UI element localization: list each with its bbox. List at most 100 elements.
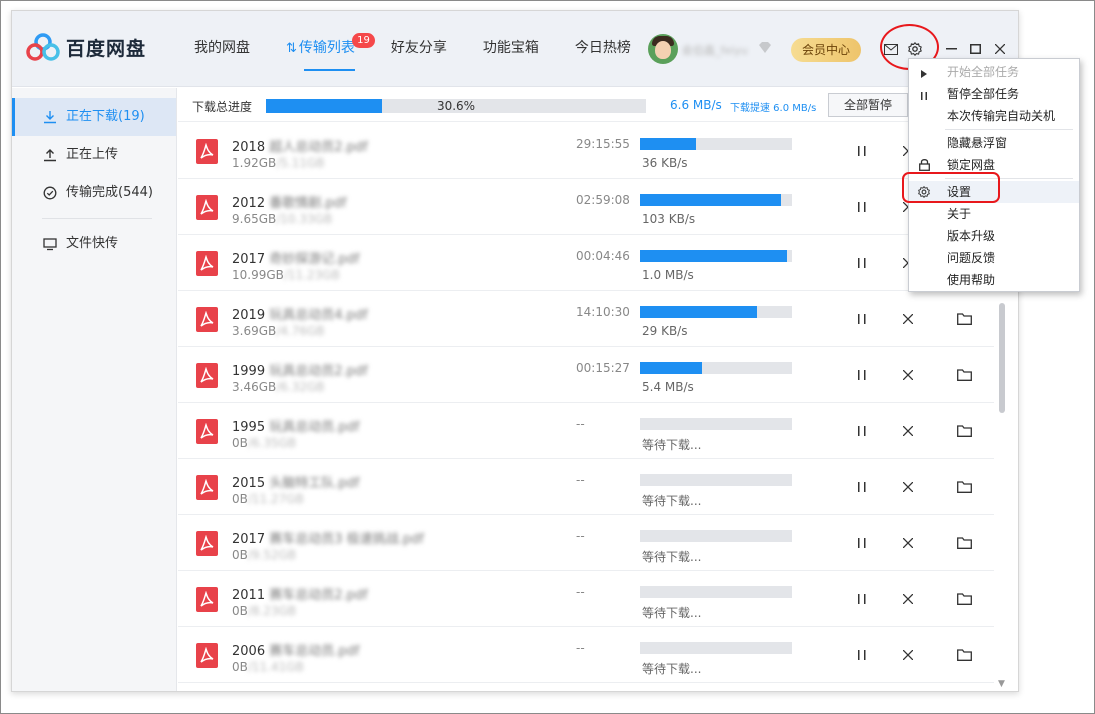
sidebar-item-completed-label: 传输完成(544) [66,185,153,200]
pdf-file-icon [196,139,218,164]
pdf-file-icon [196,475,218,500]
pause-icon[interactable] [854,535,870,551]
speed-boost-link[interactable]: 下载提速 6.0 MB/s [730,99,816,114]
minimize-icon[interactable] [942,40,960,58]
total-progress-bar: 30.6% [266,99,646,113]
open-folder-icon[interactable] [956,311,972,327]
size-total: /5.11GB [276,156,325,170]
nav-today-hot[interactable]: 今日热榜 [575,11,631,87]
cancel-icon[interactable] [900,423,916,439]
pause-icon[interactable] [854,647,870,663]
file-name: 1999 玩具总动员2.pdf [232,360,368,379]
pause-all-button[interactable]: 全部暂停 [828,93,908,117]
table-row[interactable]: 2018 超人总动员2.pdf 1.92GB/5.11GB 29:15:55 36 K… [178,123,994,179]
sidebar-item-uploading[interactable]: 正在上传 [12,136,176,174]
size-total: /11.27GB [247,492,304,506]
cancel-icon[interactable] [900,535,916,551]
nav-today-hot-label: 今日热榜 [574,40,631,56]
file-title: 奇妙探游记.pdf [269,252,360,267]
close-window-icon[interactable] [991,40,1009,58]
menu-divider [945,129,1073,130]
file-size: 0B/6.35GB [232,436,296,450]
file-speed: 103 KB/s [642,212,696,226]
file-name: 2006 赛车总动员.pdf [232,640,359,659]
table-row[interactable]: 2006 赛车总动员.pdf 0B/11.41GB -- 等待下载... [178,627,994,683]
scrollbar-thumb[interactable] [999,303,1005,413]
menu-item[interactable]: 本次传输完自动关机 [909,105,1079,127]
pause-icon[interactable] [854,423,870,439]
file-speed: 等待下载... [642,550,702,564]
nav-feature-box[interactable]: 功能宝箱 [483,11,539,87]
file-progress-bar [640,418,792,430]
menu-item[interactable]: 关于 [909,203,1079,225]
file-year: 2019 [232,308,270,323]
menu-item-label: 本次传输完自动关机 [947,109,1056,123]
menu-item[interactable]: 使用帮助 [909,269,1079,291]
open-folder-icon[interactable] [956,591,972,607]
table-row[interactable]: 2017 赛车总动员3 极速挑战.pdf 0B/9.52GB -- 等待下载... [178,515,994,571]
menu-item[interactable]: 版本升级 [909,225,1079,247]
maximize-icon[interactable] [966,40,984,58]
table-row[interactable]: 1995 玩具总动员.pdf 0B/6.35GB -- 等待下载... [178,403,994,459]
file-year: 2011 [232,588,270,603]
table-row[interactable]: 2017 奇妙探游记.pdf 10.99GB/11.23GB 00:04:46 1.0… [178,235,994,291]
open-folder-icon[interactable] [956,423,972,439]
sidebar-item-quick-transfer[interactable]: 文件快传 [12,225,176,263]
remaining-time: 29:15:55 [576,137,630,151]
remaining-time: -- [576,473,585,487]
file-speed: 等待下载... [642,494,702,508]
cancel-icon[interactable] [900,591,916,607]
open-folder-icon[interactable] [956,535,972,551]
pause-icon[interactable] [854,143,870,159]
menu-item[interactable]: 问题反馈 [909,247,1079,269]
nav-friend-share[interactable]: 好友分享 [391,11,447,87]
cancel-icon[interactable] [900,647,916,663]
nav-transfer-list[interactable]: ⇅ 传输列表 19 [286,11,375,87]
table-row[interactable]: 2015 头脑特工队.pdf 0B/11.27GB -- 等待下载... [178,459,994,515]
menu-item[interactable]: 开始全部任务 [909,61,1079,83]
table-row[interactable]: 2012 番歌情剧.pdf 9.65GB/10.33GB 02:59:08 103 K… [178,179,994,235]
pause-icon[interactable] [854,255,870,271]
menu-item-label: 隐藏悬浮窗 [947,136,1008,150]
monitor-icon [43,238,57,251]
pause-icon[interactable] [854,479,870,495]
sidebar-item-completed[interactable]: 传输完成(544) [12,174,176,212]
open-folder-icon[interactable] [956,647,972,663]
username[interactable]: 兪伯鑫_feiyu [682,42,748,58]
file-year: 2017 [232,252,270,267]
menu-item-label: 问题反馈 [947,251,996,265]
table-row[interactable]: 2019 玩具总动员4.pdf 3.69GB/4.76GB 14:10:30 29 K… [178,291,994,347]
vip-center-button[interactable]: 会员中心 [791,38,861,62]
file-title: 番歌情剧.pdf [269,196,347,211]
cancel-icon[interactable] [900,479,916,495]
pause-icon[interactable] [854,367,870,383]
pdf-file-icon [196,531,218,556]
open-folder-icon[interactable] [956,367,972,383]
total-progress-label: 下载总进度 [192,100,253,114]
file-speed: 等待下载... [642,606,702,620]
file-progress-bar [640,474,792,486]
open-folder-icon[interactable] [956,479,972,495]
table-row[interactable]: 2011 赛车总动员2.pdf 0B/8.23GB -- 等待下载... [178,571,994,627]
table-row[interactable]: 1999 玩具总动员2.pdf 3.46GB/6.32GB 00:15:27 5.4 … [178,347,994,403]
nav-my-disk[interactable]: 我的网盘 [194,11,250,87]
scroll-down-arrow-icon[interactable]: ▼ [998,679,1005,689]
avatar[interactable] [648,34,678,64]
menu-item[interactable]: 暂停全部任务 [909,83,1079,105]
file-progress-bar [640,138,792,150]
file-speed: 等待下载... [642,662,702,676]
cancel-icon[interactable] [900,367,916,383]
pause-icon[interactable] [854,591,870,607]
file-progress-bar [640,362,792,374]
total-progress-percent: 30.6% [436,99,476,113]
cancel-icon[interactable] [900,311,916,327]
sidebar-divider [42,218,152,219]
pdf-file-icon [196,643,218,668]
pause-icon[interactable] [854,311,870,327]
pause-icon[interactable] [854,199,870,215]
sidebar-item-downloading[interactable]: 正在下载(19) [12,98,176,136]
file-size: 9.65GB/10.33GB [232,212,332,226]
menu-item[interactable]: 隐藏悬浮窗 [909,132,1079,154]
play-icon [917,64,931,80]
size-done: 9.65GB [232,212,277,226]
